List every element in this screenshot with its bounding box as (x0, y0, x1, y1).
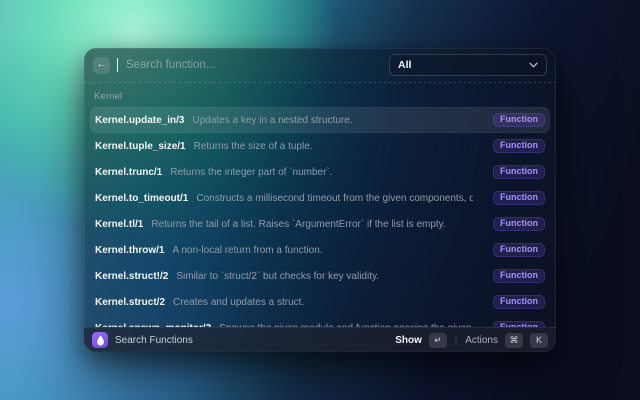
function-list-item[interactable]: Kernel.update_in/3 Updates a key in a ne… (90, 107, 550, 133)
enter-key-icon[interactable]: ↵ (429, 333, 447, 348)
function-type-badge: Function (493, 269, 545, 284)
function-description: Updates a key in a nested structure. (192, 115, 352, 126)
filter-dropdown[interactable]: All (389, 54, 547, 76)
results-list: Kernel Kernel.update_in/3 Updates a key … (84, 83, 556, 327)
function-name: Kernel.trunc/1 (95, 167, 162, 178)
footer-app-label: Search Functions (115, 335, 193, 346)
function-name: Kernel.struct!/2 (95, 271, 168, 282)
function-name: Kernel.update_in/3 (95, 115, 184, 126)
rows-container: Kernel.update_in/3 Updates a key in a ne… (90, 107, 550, 327)
function-type-badge: Function (493, 191, 545, 206)
function-description: Returns the integer part of `number`. (170, 167, 332, 178)
function-name: Kernel.to_timeout/1 (95, 193, 188, 204)
search-input[interactable]: Search function... (126, 59, 382, 71)
function-list-item[interactable]: Kernel.spawn_monitor/3 Spawns the given … (90, 315, 550, 327)
function-type-badge: Function (493, 217, 545, 232)
filter-selected-value: All (398, 59, 523, 71)
elixir-drop-icon (92, 332, 108, 348)
function-list-item[interactable]: Kernel.struct/2 Creates and updates a st… (90, 289, 550, 315)
function-description: Returns the tail of a list. Raises `Argu… (151, 219, 445, 230)
section-header: Kernel (90, 83, 550, 107)
function-list-item[interactable]: Kernel.tl/1 Returns the tail of a list. … (90, 211, 550, 237)
function-list-item[interactable]: Kernel.struct!/2 Similar to `struct/2` b… (90, 263, 550, 289)
function-type-badge: Function (493, 295, 545, 310)
function-type-badge: Function (493, 139, 545, 154)
function-type-badge: Function (493, 243, 545, 258)
function-name: Kernel.struct/2 (95, 297, 165, 308)
show-hint-label: Show (395, 335, 422, 346)
function-name: Kernel.throw/1 (95, 245, 164, 256)
function-description: A non-local return from a function. (172, 245, 322, 256)
function-description: Creates and updates a struct. (173, 297, 304, 308)
command-palette-window: ← Search function... All Kernel Kernel.u… (84, 48, 556, 352)
function-list-item[interactable]: Kernel.tuple_size/1 Returns the size of … (90, 133, 550, 159)
function-list-item[interactable]: Kernel.throw/1 A non-local return from a… (90, 237, 550, 263)
function-description: Similar to `struct/2` but checks for key… (176, 271, 379, 282)
function-list-item[interactable]: Kernel.to_timeout/1 Constructs a millise… (90, 185, 550, 211)
k-key-icon: K (530, 333, 548, 348)
function-type-badge: Function (493, 113, 545, 128)
footer-separator: | (455, 335, 457, 345)
function-name: Kernel.tl/1 (95, 219, 143, 230)
function-description: Constructs a millisecond timeout from th… (196, 193, 473, 204)
function-description: Returns the size of a tuple. (194, 141, 313, 152)
function-type-badge: Function (493, 165, 545, 180)
command-key-icon: ⌘ (505, 333, 523, 348)
actions-hint-label[interactable]: Actions (465, 335, 498, 346)
back-button[interactable]: ← (93, 57, 110, 74)
function-name: Kernel.tuple_size/1 (95, 141, 186, 152)
text-caret (117, 58, 118, 72)
search-bar: ← Search function... All (84, 48, 556, 82)
back-arrow-icon: ← (97, 60, 107, 70)
footer-bar: Search Functions Show ↵ | Actions ⌘ K (84, 327, 556, 352)
function-list-item[interactable]: Kernel.trunc/1 Returns the integer part … (90, 159, 550, 185)
chevron-down-icon (529, 62, 538, 68)
